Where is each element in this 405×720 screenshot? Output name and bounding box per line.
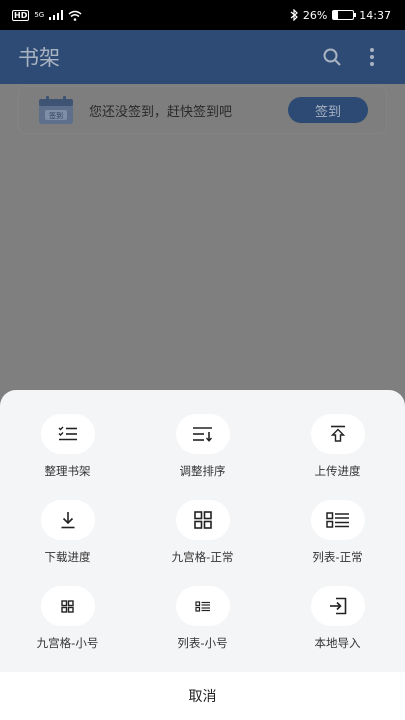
sheet-item-sort[interactable]: 调整排序	[135, 414, 270, 500]
upload-icon	[330, 425, 345, 442]
battery-fill	[333, 11, 339, 19]
sheet-item-label: 上传进度	[314, 464, 361, 478]
battery-icon	[332, 10, 357, 20]
sheet-item-list-small[interactable]: 列表-小号	[135, 586, 270, 672]
sheet-grid: 整理书架 调整排序 上传进度 下载进度 九宫格-正常 列表-正常 九宫格-小号 …	[0, 414, 405, 672]
sheet-item-label: 下载进度	[44, 550, 91, 564]
list-large-icon	[325, 512, 349, 528]
grid-small-icon	[61, 599, 74, 613]
download-icon	[61, 512, 74, 529]
sheet-item-organize[interactable]: 整理书架	[0, 414, 135, 500]
sheet-item-label: 调整排序	[179, 464, 226, 478]
bluetooth-icon	[290, 9, 298, 21]
sheet-item-download[interactable]: 下载进度	[0, 500, 135, 586]
list-small-icon	[194, 600, 210, 612]
signal-icon	[49, 10, 64, 20]
grid-large-icon	[193, 511, 212, 529]
sheet-item-label: 整理书架	[44, 464, 91, 478]
signin-button[interactable]: 签到	[288, 97, 368, 123]
sheet-item-label: 九宫格-小号	[36, 636, 99, 650]
hd-badge: HD	[12, 9, 30, 21]
sheet-item-grid-normal[interactable]: 九宫格-正常	[135, 500, 270, 586]
more-menu-icon[interactable]	[357, 42, 387, 72]
wifi-icon	[68, 10, 82, 21]
organize-list-icon	[58, 426, 77, 441]
sheet-item-label: 列表-小号	[177, 636, 228, 650]
search-icon[interactable]	[317, 42, 347, 72]
import-icon	[329, 597, 346, 615]
calendar-label: 签到	[49, 111, 63, 120]
status-right: 26% 14:37	[290, 9, 391, 22]
sheet-item-local-import[interactable]: 本地导入	[270, 586, 405, 672]
sheet-item-label: 九宫格-正常	[171, 550, 234, 564]
sheet-item-upload[interactable]: 上传进度	[270, 414, 405, 500]
status-left: HD 5G	[12, 9, 82, 21]
battery-percent: 26%	[302, 8, 328, 22]
sheet-item-label: 本地导入	[314, 636, 361, 650]
sort-icon	[192, 427, 212, 442]
clock: 14:37	[359, 8, 391, 22]
app-header: 书架	[0, 30, 405, 84]
signin-message: 您还没签到，赶快签到吧	[89, 104, 233, 120]
sheet-item-list-normal[interactable]: 列表-正常	[270, 500, 405, 586]
sheet-item-label: 列表-正常	[312, 550, 363, 564]
bottom-sheet: 整理书架 调整排序 上传进度 下载进度 九宫格-正常 列表-正常 九宫格-小号 …	[0, 390, 405, 720]
sheet-item-grid-small[interactable]: 九宫格-小号	[0, 586, 135, 672]
signin-card: 签到 您还没签到，赶快签到吧 签到	[18, 86, 387, 134]
status-bar: HD 5G 26% 14:37	[0, 0, 405, 30]
signal-label: 5G	[34, 11, 45, 19]
cancel-button[interactable]: 取消	[0, 672, 405, 720]
page-title: 书架	[18, 46, 60, 70]
calendar-icon: 签到	[39, 96, 73, 124]
